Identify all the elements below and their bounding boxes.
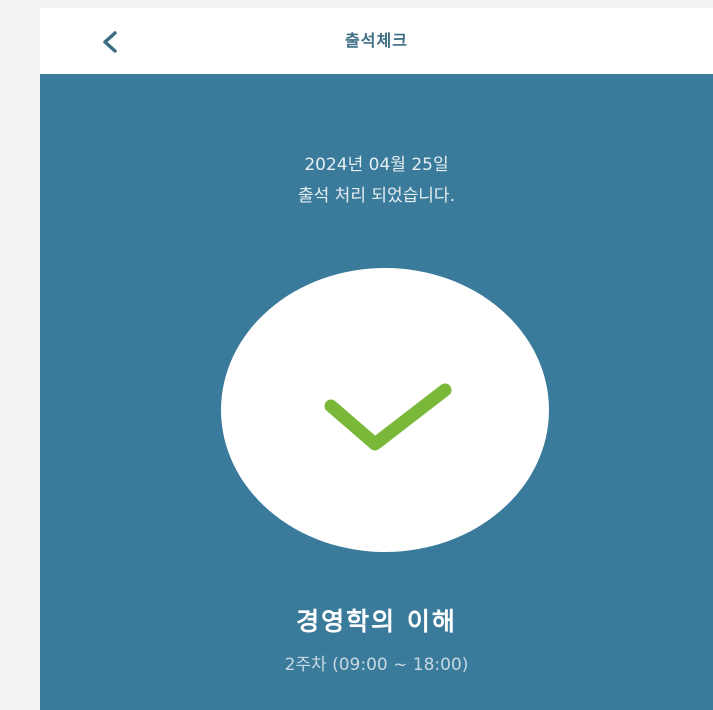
attendance-date: 2024년 04월 25일 (304, 155, 449, 175)
check-icon (324, 383, 452, 451)
app-header: 출석체크 (40, 8, 713, 74)
course-name: 경영학의 이해 (296, 607, 457, 636)
back-button[interactable] (90, 22, 130, 62)
chevron-left-icon (103, 31, 117, 53)
attendance-result-panel: 2024년 04월 25일 출석 처리 되었습니다. 경영학의 이해 2주차 (… (40, 74, 713, 710)
page-title: 출석체크 (345, 31, 408, 50)
attendance-message: 출석 처리 되었습니다. (298, 186, 455, 206)
session-info: 2주차 (09:00 ~ 18:00) (284, 655, 469, 675)
attendance-screen: 출석체크 2024년 04월 25일 출석 처리 되었습니다. 경영학의 이해 … (40, 8, 713, 710)
